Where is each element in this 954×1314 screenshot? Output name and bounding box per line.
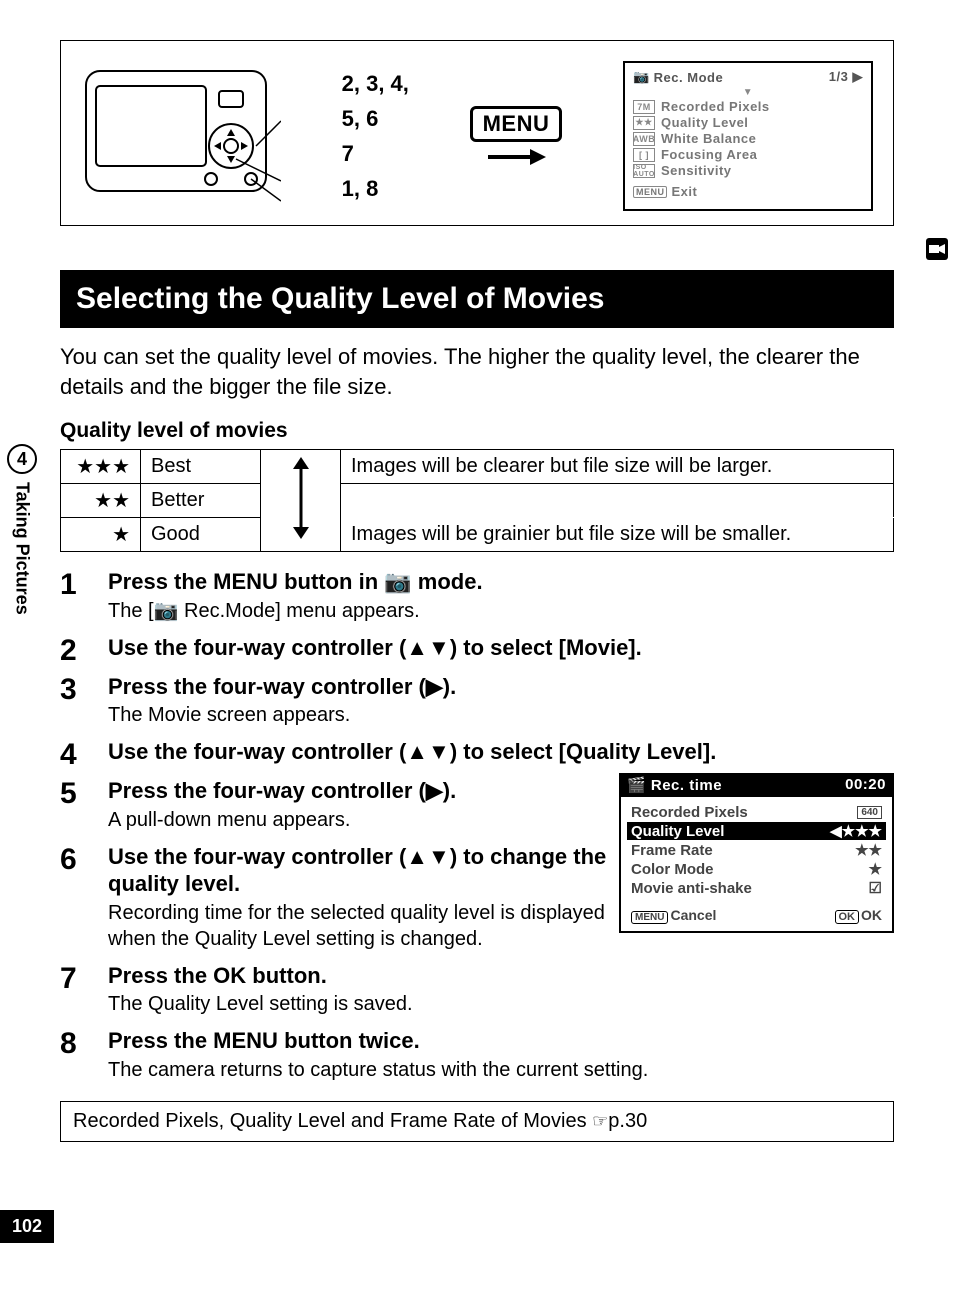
qtable-desc-top: Images will be clearer but file size wil… [341, 450, 894, 484]
camera-back-illustration [81, 61, 281, 211]
lcd-item-white-balance: White Balance [661, 131, 756, 146]
mini-ok: OK [861, 907, 882, 923]
camera-icon: 📷 [633, 69, 650, 85]
step-5-note: A pull-down menu appears. [108, 807, 607, 833]
qtable-stars-1: ★ [61, 518, 141, 552]
step-7-note: The Quality Level setting is saved. [108, 991, 894, 1017]
step-6-title: Use the four-way controller (▲▼) to chan… [108, 843, 607, 898]
xref-text: Recorded Pixels, Quality Level and Frame… [73, 1110, 592, 1132]
mini-lcd-title: Rec. time [651, 777, 722, 794]
mini-val-2star: ★★ [855, 841, 882, 859]
step-3: 3 Press the four-way controller (▶). The… [60, 673, 894, 733]
mini-row-frame-rate: Frame Rate [631, 842, 713, 859]
lcd-icon-awb: AWB [633, 132, 655, 146]
step-1: 1 Press the MENU button in 📷 mode. The [… [60, 568, 894, 628]
diagram-callouts: 2, 3, 4, 5, 6 7 1, 8 [342, 66, 409, 207]
movie-mode-icon [926, 238, 948, 260]
menu-arrow-column: MENU [470, 106, 563, 166]
page-number: 102 [0, 1210, 54, 1243]
lcd-item-sensitivity: Sensitivity [661, 163, 732, 178]
qtable-stars-2: ★★ [61, 484, 141, 518]
lcd-icon-7m: 7M [633, 100, 655, 114]
step-3-title: Press the four-way controller (▶). [108, 673, 894, 701]
side-tab: 4 Taking Pictures [2, 444, 42, 615]
camera-icon: 📷 [384, 569, 411, 594]
step-4: 4 Use the four-way controller (▲▼) to se… [60, 738, 894, 771]
step-6: 6 Use the four-way controller (▲▼) to ch… [60, 843, 607, 956]
step-number: 1 [60, 568, 90, 628]
step-8-note: The camera returns to capture status wit… [108, 1057, 894, 1083]
mini-lcd-time: 00:20 [845, 776, 886, 794]
chapter-label: Taking Pictures [12, 482, 33, 615]
callout-line-4: 1, 8 [342, 171, 409, 206]
chapter-number-badge: 4 [7, 444, 37, 474]
lcd-icon-focus: [ ] [633, 148, 655, 162]
qtable-word-best: Best [141, 450, 261, 484]
lcd-item-focusing-area: Focusing Area [661, 147, 757, 162]
mini-cancel: Cancel [670, 907, 716, 923]
lcd-exit-label: Exit [671, 184, 697, 199]
step-2: 2 Use the four-way controller (▲▼) to se… [60, 634, 894, 667]
step-1-title: Press the MENU button in 📷 mode. [108, 568, 894, 596]
section-heading: Selecting the Quality Level of Movies [60, 270, 894, 328]
quality-level-table: ★★★ Best Images will be clearer but file… [60, 449, 894, 552]
qtable-desc-bottom: Images will be grainier but file size wi… [341, 518, 894, 552]
lcd-icon-iso: ISO AUTO [633, 164, 655, 178]
lcd-item-recorded-pixels: Recorded Pixels [661, 99, 770, 114]
mini-row-recorded-pixels: Recorded Pixels [631, 804, 748, 821]
lcd-rec-mode-screen: 📷 Rec. Mode 1/3 ▶ ▼ 7MRecorded Pixels ★★… [623, 61, 873, 211]
step-number: 8 [60, 1027, 90, 1087]
qtable-word-good: Good [141, 518, 261, 552]
callout-line-2: 5, 6 [342, 101, 409, 136]
mini-val-640: 640 [857, 806, 882, 819]
mini-val-3star: ★★★ [842, 823, 882, 840]
qtable-word-better: Better [141, 484, 261, 518]
step-number: 6 [60, 843, 90, 956]
step-8: 8 Press the MENU button twice. The camer… [60, 1027, 894, 1087]
callout-line-1: 2, 3, 4, [342, 66, 409, 101]
step-8-title: Press the MENU button twice. [108, 1027, 894, 1055]
step-number: 3 [60, 673, 90, 733]
step-number: 4 [60, 738, 90, 771]
mini-val-1star: ★ [869, 860, 882, 878]
lcd-movie-screen: 🎬 Rec. time 00:20 Recorded Pixels640 Qua… [619, 773, 894, 933]
step-number: 5 [60, 777, 90, 837]
table-heading: Quality level of movies [60, 419, 894, 443]
step-5: 5 Press the four-way controller (▶). A p… [60, 777, 607, 837]
step-7-title: Press the OK button. [108, 962, 894, 990]
mini-ok-tag: OK [835, 910, 860, 924]
lcd-page-indicator: 1/3 [829, 69, 849, 84]
intro-paragraph: You can set the quality level of movies.… [60, 342, 894, 401]
mini-row-color-mode: Color Mode [631, 861, 714, 878]
qtable-stars-3: ★★★ [61, 450, 141, 484]
vertical-arrow-icon [289, 457, 313, 539]
lcd-title: Rec. Mode [654, 70, 724, 85]
step-6-note: Recording time for the selected quality … [108, 900, 607, 952]
lcd-menu-tag: MENU [633, 186, 668, 198]
pointer-icon: ☞ [592, 1111, 608, 1131]
arrow-right-icon [486, 148, 546, 166]
menu-button-label: MENU [470, 106, 563, 142]
step-number: 7 [60, 962, 90, 1022]
lcd-item-quality-level: Quality Level [661, 115, 748, 130]
step-4-title: Use the four-way controller (▲▼) to sele… [108, 738, 894, 766]
step-1-note: The [📷 Rec.Mode] menu appears. [108, 598, 894, 624]
step-2-title: Use the four-way controller (▲▼) to sele… [108, 634, 894, 662]
camera-diagram-box: 2, 3, 4, 5, 6 7 1, 8 MENU 📷 Rec. Mode 1/… [60, 40, 894, 226]
callout-line-3: 7 [342, 136, 409, 171]
lcd-icon-stars: ★★ [633, 116, 655, 130]
step-7: 7 Press the OK button. The Quality Level… [60, 962, 894, 1022]
step-3-note: The Movie screen appears. [108, 702, 894, 728]
xref-page: p.30 [608, 1110, 647, 1132]
mini-menu-tag: MENU [631, 911, 668, 924]
step-number: 2 [60, 634, 90, 667]
mini-row-anti-shake: Movie anti-shake [631, 880, 752, 897]
cross-reference-box: Recorded Pixels, Quality Level and Frame… [60, 1101, 894, 1142]
step-5-title: Press the four-way controller (▶). [108, 777, 607, 805]
mini-val-check: ☑ [869, 879, 882, 897]
mini-row-quality-level: Quality Level [631, 823, 724, 840]
